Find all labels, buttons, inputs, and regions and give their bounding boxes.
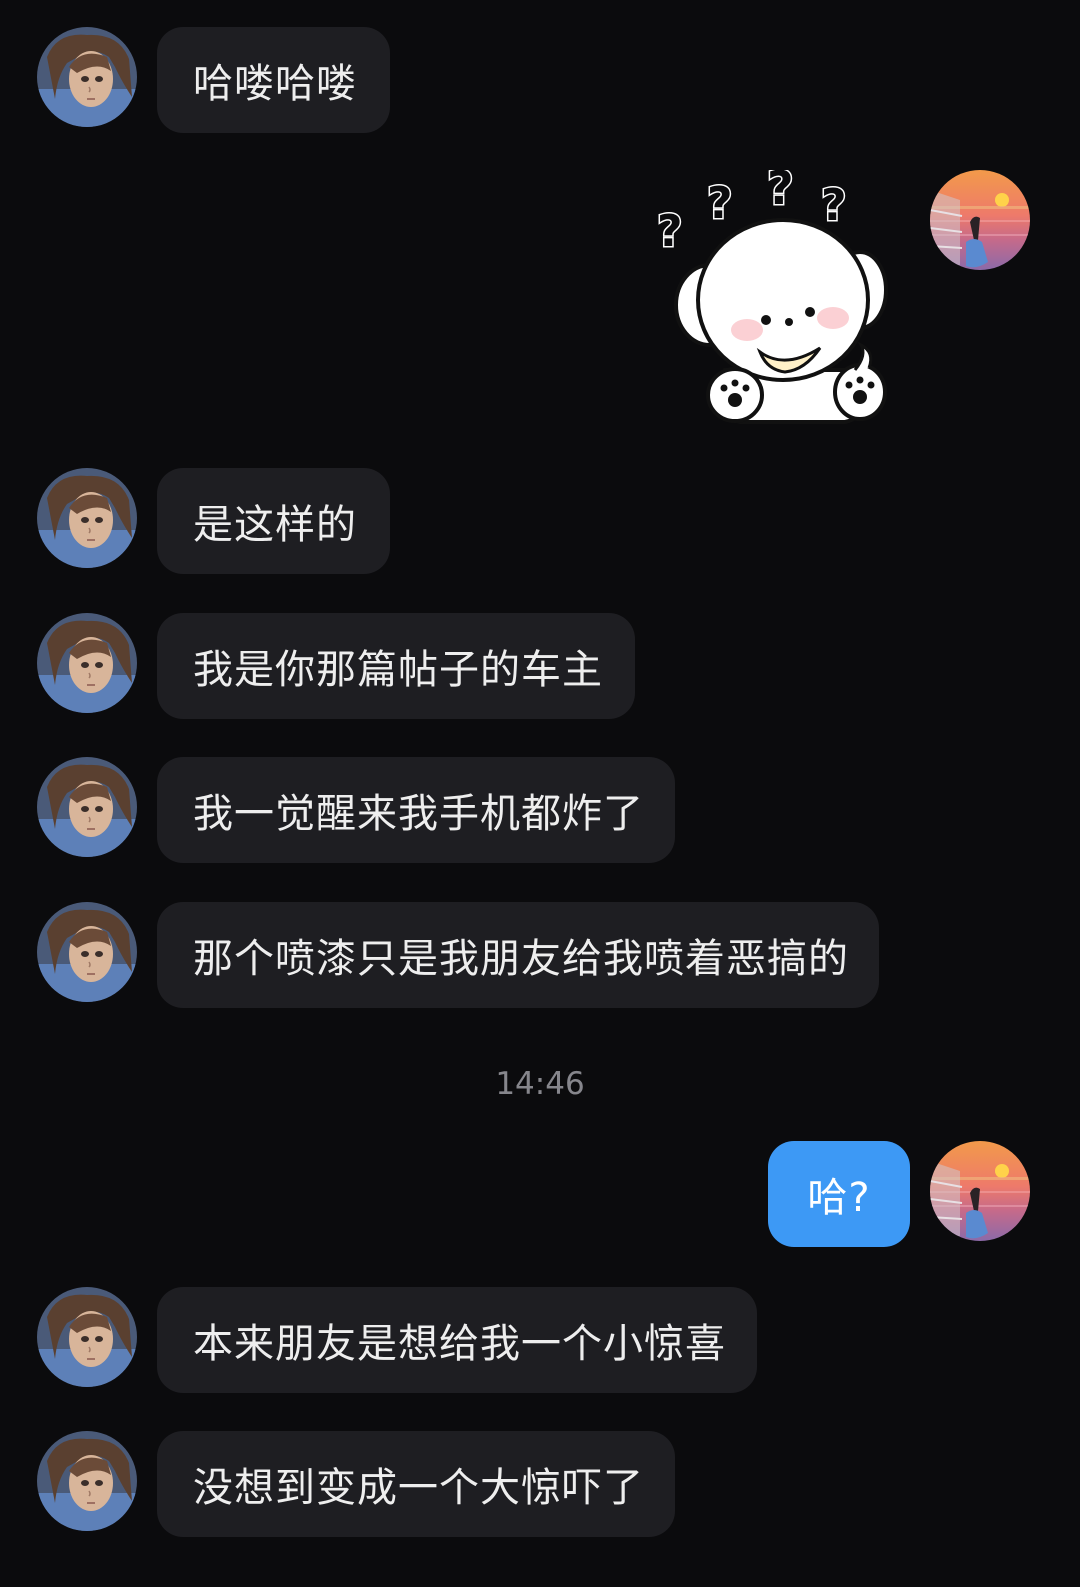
message-bubble-outgoing[interactable]: 哈? [768,1141,910,1247]
anime-character-avatar-icon [37,902,137,1002]
anime-character-avatar-icon [37,27,137,127]
contact-avatar[interactable] [37,1287,137,1387]
contact-avatar[interactable] [37,613,137,713]
message-bubble-incoming[interactable]: 没想到变成一个大惊吓了 [157,1431,675,1537]
anime-character-avatar-icon [37,1287,137,1387]
message-timestamp: 14:46 [495,1066,585,1102]
anime-character-avatar-icon [37,1431,137,1531]
message-bubble-incoming[interactable]: 本来朋友是想给我一个小惊喜 [157,1287,757,1393]
message-bubble-incoming[interactable]: 哈喽哈喽 [157,27,390,133]
question-mark: ? [707,178,733,229]
message-bubble-incoming[interactable]: 我一觉醒来我手机都炸了 [157,757,675,863]
question-mark: ? [821,180,847,231]
contact-avatar[interactable] [37,1431,137,1531]
question-mark: ? [767,170,794,215]
contact-avatar[interactable] [37,468,137,568]
contact-avatar[interactable] [37,27,137,127]
message-text: 是这样的 [193,502,357,548]
message-text: 我是你那篇帖子的车主 [193,647,603,693]
puppy-sticker[interactable]: ? ? ? ? [655,160,895,438]
anime-character-avatar-icon [37,613,137,713]
message-text: 那个喷漆只是我朋友给我喷着恶搞的 [193,936,849,982]
self-avatar[interactable] [930,170,1030,270]
message-text: 本来朋友是想给我一个小惊喜 [193,1321,726,1367]
contact-avatar[interactable] [37,757,137,857]
message-bubble-incoming[interactable]: 我是你那篇帖子的车主 [157,613,635,719]
anime-character-avatar-icon [37,757,137,857]
puppy-question-marks-icon: ? ? ? ? [656,160,888,424]
message-text: 哈喽哈喽 [193,61,357,107]
sunset-sea-avatar-icon [930,1141,1030,1241]
message-bubble-incoming[interactable]: 是这样的 [157,468,390,574]
message-text: 没想到变成一个大惊吓了 [193,1465,644,1511]
message-text: 哈? [807,1175,871,1221]
self-avatar[interactable] [930,1141,1030,1241]
question-mark: ? [657,206,683,257]
contact-avatar[interactable] [37,902,137,1002]
message-text: 我一觉醒来我手机都炸了 [193,791,644,837]
message-bubble-incoming[interactable]: 那个喷漆只是我朋友给我喷着恶搞的 [157,902,879,1008]
anime-character-avatar-icon [37,468,137,568]
sunset-sea-avatar-icon [930,170,1030,270]
